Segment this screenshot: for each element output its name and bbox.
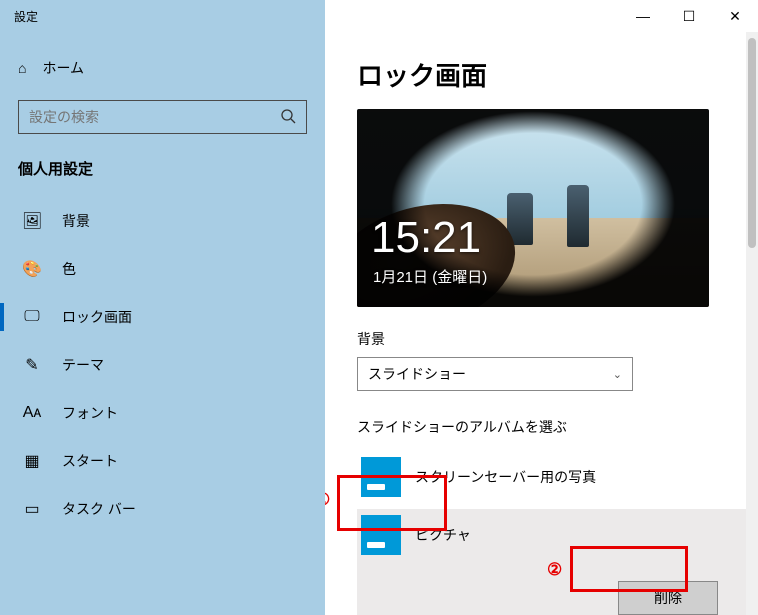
- lockscreen-preview: 15:21 1月21日 (金曜日): [357, 109, 709, 307]
- chevron-down-icon: ⌄: [613, 368, 622, 381]
- folder-icon: [361, 515, 401, 555]
- titlebar: 設定 — ☐ ✕: [0, 0, 758, 32]
- dropdown-value: スライドショー: [368, 364, 466, 384]
- album-row[interactable]: スクリーンセーバー用の写真: [357, 451, 736, 503]
- grid-icon: ▦: [22, 451, 42, 471]
- font-icon: Aᴀ: [22, 404, 42, 422]
- home-label: ホーム: [42, 58, 84, 78]
- scrollbar-thumb[interactable]: [748, 38, 756, 248]
- monitor-icon: 🖵: [22, 308, 42, 326]
- sidebar-item-fonts[interactable]: Aᴀ フォント: [0, 389, 325, 437]
- folder-icon: [361, 457, 401, 497]
- sidebar-item-label: タスク バー: [62, 499, 136, 519]
- background-label: 背景: [357, 329, 736, 349]
- page-title: ロック画面: [357, 56, 736, 93]
- album-name: スクリーンセーバー用の写真: [415, 467, 596, 487]
- taskbar-icon: ▭: [22, 499, 42, 519]
- window-title: 設定: [14, 8, 38, 25]
- vertical-scrollbar[interactable]: [746, 32, 758, 615]
- delete-button[interactable]: 削除: [618, 581, 718, 615]
- sidebar-item-label: ロック画面: [62, 307, 132, 327]
- palette-icon: 🎨: [22, 259, 42, 279]
- sidebar: ⌂ ホーム 個人用設定 🖼 背景 🎨 色 🖵 ロック画面 ✎ テーマ: [0, 32, 325, 615]
- album-name: ピクチャ: [415, 525, 471, 545]
- window-controls: — ☐ ✕: [620, 0, 758, 32]
- sidebar-item-taskbar[interactable]: ▭ タスク バー: [0, 485, 325, 533]
- sidebar-item-label: 背景: [62, 211, 90, 231]
- preview-time: 15:21: [371, 213, 481, 263]
- preview-date: 1月21日 (金曜日): [373, 266, 487, 287]
- album-row-selected[interactable]: ピクチャ: [357, 509, 758, 561]
- sidebar-item-label: テーマ: [62, 355, 104, 375]
- sidebar-item-label: 色: [62, 259, 76, 279]
- section-header: 個人用設定: [0, 154, 325, 197]
- sidebar-item-background[interactable]: 🖼 背景: [0, 197, 325, 245]
- sidebar-item-lockscreen[interactable]: 🖵 ロック画面: [0, 293, 325, 341]
- search-icon: [270, 108, 306, 127]
- home-link[interactable]: ⌂ ホーム: [0, 50, 325, 86]
- maximize-button[interactable]: ☐: [666, 0, 712, 32]
- close-button[interactable]: ✕: [712, 0, 758, 32]
- main-panel: ロック画面 15:21 1月21日 (金曜日) 背景 スライドショー ⌄ スライ…: [325, 32, 758, 615]
- content: ⌂ ホーム 個人用設定 🖼 背景 🎨 色 🖵 ロック画面 ✎ テーマ: [0, 32, 758, 615]
- annotation-number-1: ①: [325, 490, 330, 510]
- minimize-button[interactable]: —: [620, 0, 666, 32]
- sidebar-item-label: フォント: [62, 403, 118, 423]
- home-icon: ⌂: [18, 60, 26, 76]
- pencil-icon: ✎: [22, 355, 42, 375]
- picture-icon: 🖼: [22, 211, 42, 231]
- sidebar-item-start[interactable]: ▦ スタート: [0, 437, 325, 485]
- album-section-label: スライドショーのアルバムを選ぶ: [357, 417, 736, 437]
- search-input[interactable]: [19, 103, 270, 131]
- delete-bar: 削除: [357, 561, 758, 615]
- search-box[interactable]: [18, 100, 307, 134]
- sidebar-item-colors[interactable]: 🎨 色: [0, 245, 325, 293]
- sidebar-item-themes[interactable]: ✎ テーマ: [0, 341, 325, 389]
- background-dropdown[interactable]: スライドショー ⌄: [357, 357, 633, 391]
- sidebar-item-label: スタート: [62, 451, 118, 471]
